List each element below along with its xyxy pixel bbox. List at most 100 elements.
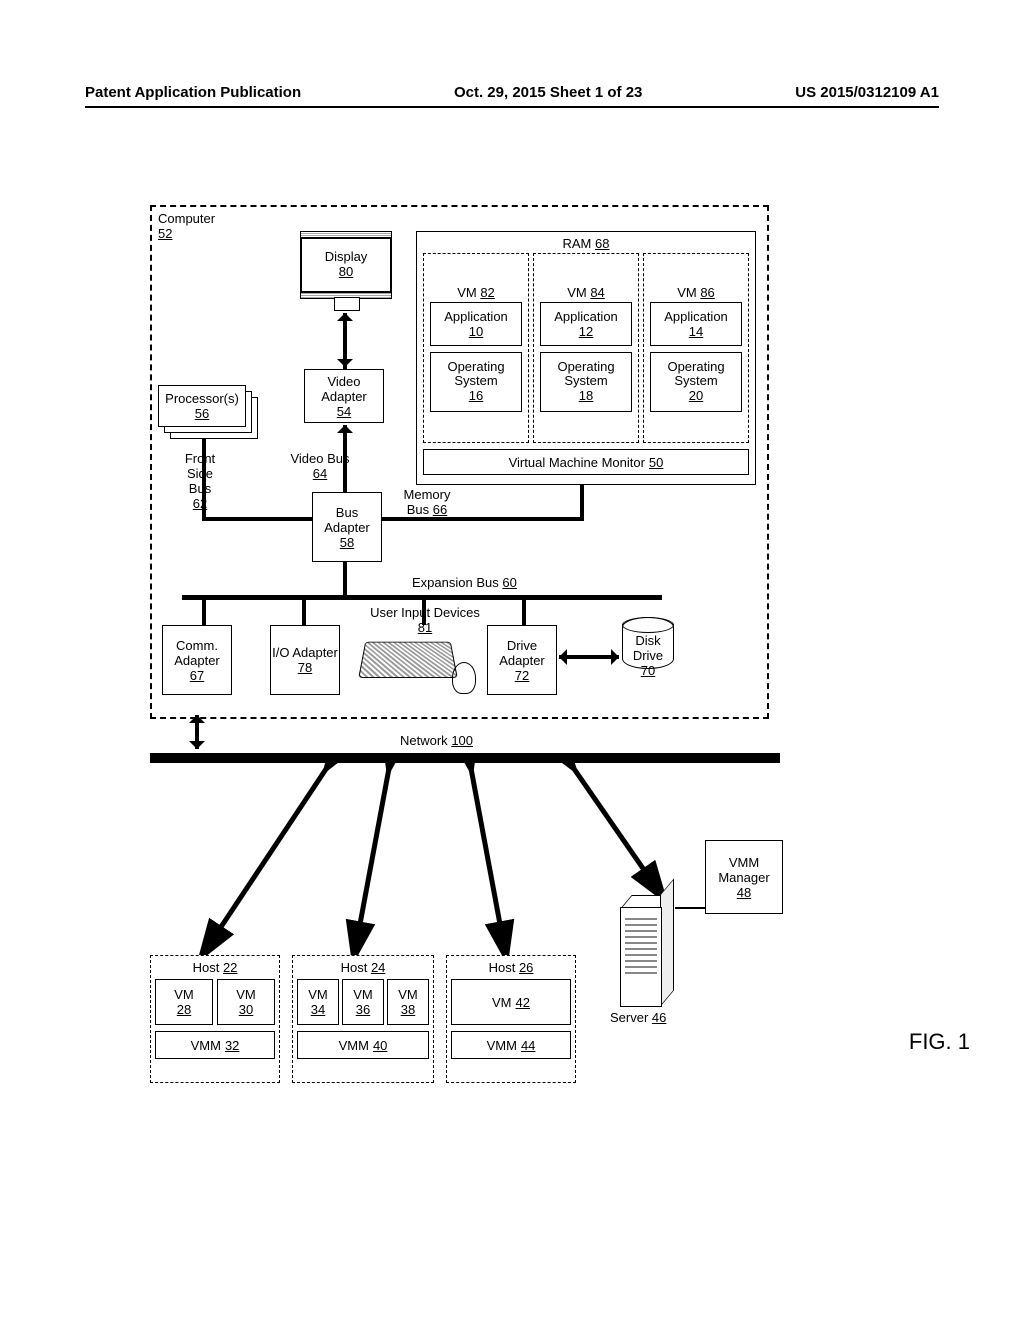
header-rule [85,106,939,108]
memory-bus-label: MemoryBus 66 [392,487,462,517]
da-disk-line [559,655,619,659]
header-right: US 2015/0312109 A1 [795,84,939,101]
da-disk-arrow-r [611,649,627,665]
fsb-line-v [202,429,206,521]
vm1-app-n: 12 [579,324,593,339]
h1vmm-t: VMM [339,1038,369,1053]
vm0-os-n: 16 [469,388,483,403]
vm1-t: VM [567,285,587,300]
page: Patent Application Publication Oct. 29, … [0,0,1024,1320]
server-t: Server [610,1010,648,1025]
header-center: Oct. 29, 2015 Sheet 1 of 23 [454,84,642,101]
h1vm0n: 34 [311,1002,325,1017]
page-header: Patent Application Publication Oct. 29, … [85,84,939,101]
network-label: Network 100 [400,733,473,748]
h1-t: Host [341,960,368,975]
vm-box-2: VM 86 Application14 Operating System20 [643,253,749,443]
server-n: 46 [652,1010,666,1025]
proc-t: Processor(s) [165,391,239,406]
h0vmm-n: 32 [225,1038,239,1053]
computer-label-block: Computer 52 [158,211,215,241]
ram-box: RAM 68 VM 82 Application10 Operating Sys… [416,231,756,485]
exp-comm-drop [202,597,206,625]
header-left: Patent Application Publication [85,84,301,101]
display-va-arrow-down [337,359,353,375]
server-label: Server 46 [610,1010,666,1025]
h1vm1n: 36 [356,1002,370,1017]
drive-adapter-box: Drive Adapter72 [487,625,557,695]
mem-bus-line-v [580,485,584,521]
mouse-icon [452,662,476,694]
bus-adapter-box: Bus Adapter 58 [312,492,382,562]
h1vm2n: 38 [401,1002,415,1017]
h2-n: 26 [519,960,533,975]
host-box-1: Host 24 VM34 VM36 VM38 VMM40 [292,955,434,1083]
vm2-app-t: Application [664,309,728,324]
vmmm-server-line [675,907,705,909]
comm-n: 67 [190,668,204,683]
display-group: Display 80 [300,231,392,311]
ui-t: User Input Devices [370,605,480,620]
vm0-os-t: Operating System [431,360,521,389]
va-ba-line [343,425,347,492]
comm-t: Comm. Adapter [163,638,231,668]
ram-vmm-t: Virtual Machine Monitor [509,455,645,470]
display-va-arrow-up [337,305,353,321]
disk-n: 70 [641,663,655,678]
vm2-t: VM [677,285,697,300]
exp-da-drop [522,597,526,625]
h2vmm-t: VMM [487,1038,517,1053]
h0-t: Host [193,960,220,975]
vm1-os-t: Operating System [541,360,631,389]
vm1-app-t: Application [554,309,618,324]
vmmm-t: VMM Manager [706,855,782,885]
va-t: Video Adapter [305,374,383,404]
h0vm0t: VM [174,987,194,1002]
da-t: Drive Adapter [488,638,556,668]
h0vm0n: 28 [177,1002,191,1017]
ram-title-block: RAM 68 [423,236,749,251]
h1-n: 24 [371,960,385,975]
da-n: 72 [515,668,529,683]
diagram-stage: Computer 52 Display 80 RAM 68 [150,195,870,1095]
computer-box: Computer 52 Display 80 RAM 68 [150,205,769,719]
vm1-n: 84 [590,285,604,300]
ba-n: 58 [340,535,354,550]
net-n: 100 [451,733,473,748]
ba-t: Bus Adapter [313,505,381,535]
ram-title: RAM [563,236,592,251]
h2-t: Host [489,960,516,975]
server-icon [620,895,675,1005]
ram-vmm-box: Virtual Machine Monitor 50 [423,449,749,475]
h1vmm-n: 40 [373,1038,387,1053]
h0vmm-t: VMM [191,1038,221,1053]
display-num: 80 [339,264,353,279]
ba-exp-line [343,562,347,597]
vm2-n: 86 [700,285,714,300]
vm2-os-n: 20 [689,388,703,403]
h0vm1t: VM [236,987,256,1002]
computer-num: 52 [158,226,172,241]
da-disk-arrow-l [551,649,567,665]
video-adapter-box: Video Adapter 54 [304,369,384,423]
vm1-os-n: 18 [579,388,593,403]
h2vmm-n: 44 [521,1038,535,1053]
h2vm0t: VM [492,995,512,1010]
video-bus-label: Video Bus64 [280,451,360,481]
vm2-os-t: Operating System [651,360,741,389]
io-n: 78 [298,660,312,675]
net-t: Network [400,733,448,748]
exp-t: Expansion Bus [412,575,499,590]
vm0-app-n: 10 [469,324,483,339]
vm2-app-n: 14 [689,324,703,339]
comm-box: Comm. Adapter67 [162,625,232,695]
host-box-2: Host 26 VM42 VMM44 [446,955,576,1083]
net-arrows-svg [150,763,790,963]
vmmm-n: 48 [737,885,751,900]
mb-n: 66 [433,502,447,517]
vb-n: 64 [313,466,327,481]
h1vm2t: VM [398,987,418,1002]
fsb-line-h [202,517,312,521]
user-input-label: User Input Devices 81 [370,605,480,635]
mem-bus-line-h [382,517,582,521]
